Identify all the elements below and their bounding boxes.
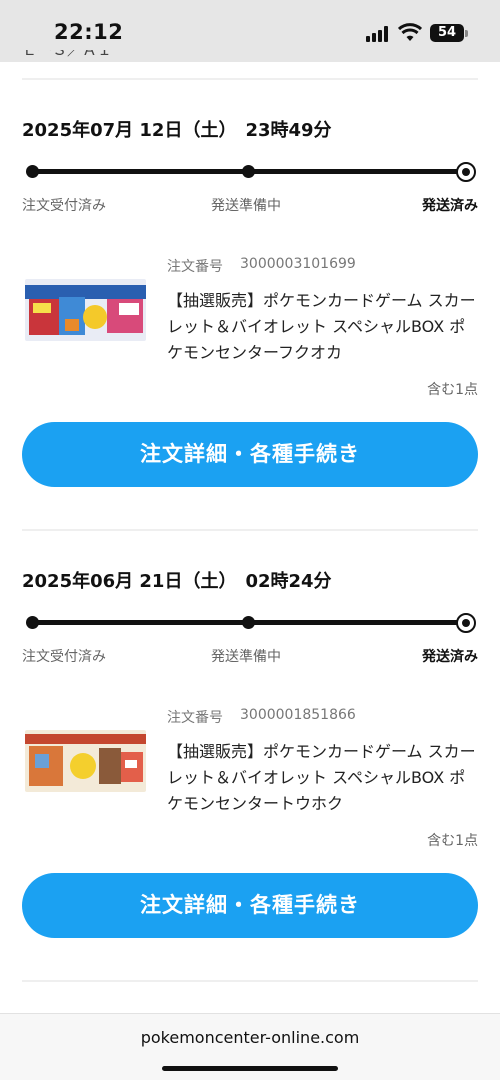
step-dot [242,165,255,178]
product-title[interactable]: 【抽選販売】ポケモンカードゲーム スカーレット＆バイオレット スペシャルBOX … [167,739,477,817]
wifi-icon [398,23,422,41]
order-detail-button[interactable]: 注文詳細・各種手続き [22,422,478,487]
step-label-received: 注文受付済み [22,198,106,214]
divider [22,78,478,80]
step-label-preparing: 発送準備中 [211,649,281,665]
step-label-shipped: 発送済み [422,198,478,214]
order-card: 2025年07月 12日（土） 23時49分 注文受付済み 発送準備中 発送済み… [0,116,500,566]
step-dot [242,616,255,629]
step-label-received: 注文受付済み [22,649,106,665]
step-dot [26,616,39,629]
cellular-signal-icon [366,26,390,42]
product-image[interactable] [25,730,146,792]
step-label-shipped: 発送済み [422,649,478,665]
order-date: 2025年07月 12日（土） 23時49分 [22,120,332,141]
order-number-label: 注文番号 [167,259,223,275]
quantity: 含む1点 [427,833,478,849]
battery-icon: 54 [430,24,464,42]
browser-url-bar[interactable]: pokemoncenter-online.com [0,1013,500,1080]
product-image[interactable] [25,279,146,341]
step-label-preparing: 発送準備中 [211,198,281,214]
step-current-dot [456,613,476,633]
quantity: 含む1点 [427,382,478,398]
order-number: 3000001851866 [240,707,356,723]
url-text[interactable]: pokemoncenter-online.com [0,1028,500,1047]
order-number: 3000003101699 [240,256,356,272]
battery-tip [465,30,468,37]
status-time: 22:12 [54,20,124,44]
order-date: 2025年06月 21日（土） 02時24分 [22,571,332,592]
divider [22,529,478,531]
step-current-dot [456,162,476,182]
divider [22,980,478,982]
home-indicator[interactable] [162,1066,338,1071]
order-card: 2025年06月 21日（土） 02時24分 注文受付済み 発送準備中 発送済み… [0,567,500,1017]
step-dot [26,165,39,178]
order-detail-button[interactable]: 注文詳細・各種手続き [22,873,478,938]
product-title[interactable]: 【抽選販売】ポケモンカードゲーム スカーレット＆バイオレット スペシャルBOX … [167,288,477,366]
cutoff-text: ＥーＳ／ＡＩ [22,50,113,59]
order-number-label: 注文番号 [167,710,223,726]
